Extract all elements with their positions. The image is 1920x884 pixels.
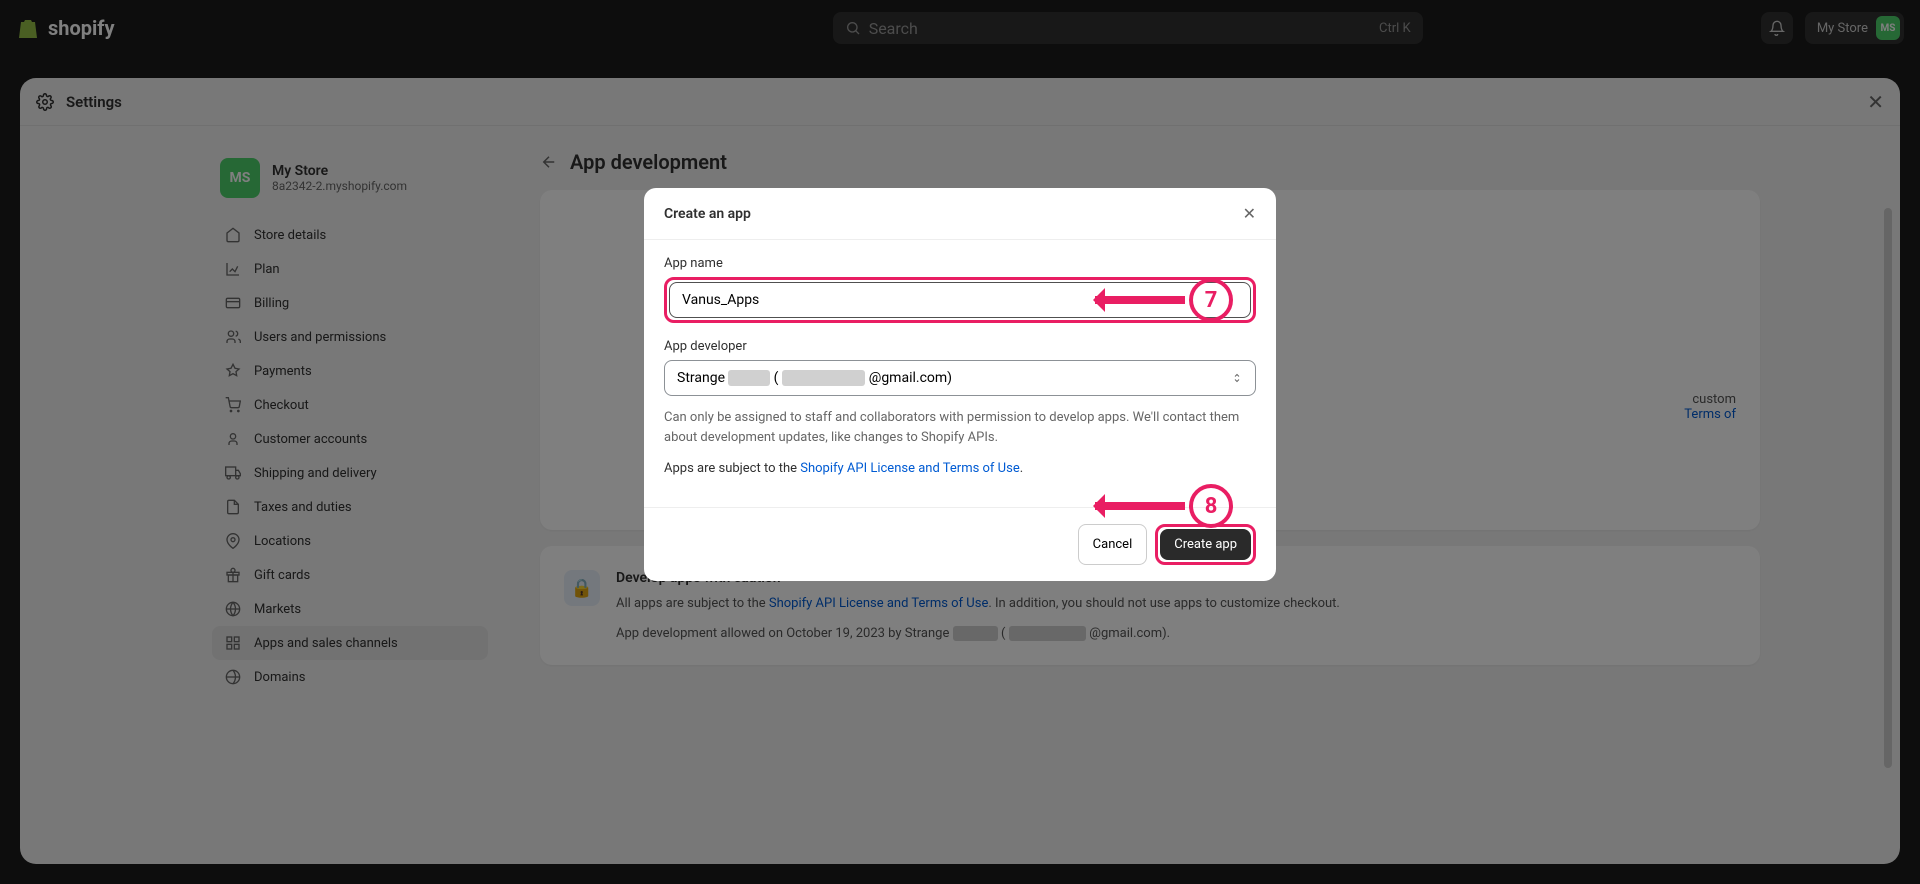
modal-terms-link[interactable]: Shopify API License and Terms of Use bbox=[800, 461, 1019, 476]
app-name-highlight bbox=[664, 277, 1256, 323]
cancel-button[interactable]: Cancel bbox=[1078, 524, 1148, 565]
app-name-label: App name bbox=[664, 256, 1256, 271]
modal-body: App name App developer Strange xxxxxx ( … bbox=[644, 239, 1276, 508]
create-app-modal: Create an app ✕ App name App developer S… bbox=[644, 188, 1276, 581]
modal-title: Create an app bbox=[664, 206, 751, 222]
select-chevron-icon bbox=[1231, 372, 1243, 384]
developer-select[interactable]: Strange xxxxxx ( xxxxxxxxxxxx @gmail.com… bbox=[664, 360, 1256, 396]
developer-label: App developer bbox=[664, 339, 1256, 354]
modal-close-button[interactable]: ✕ bbox=[1243, 204, 1256, 223]
modal-overlay: Create an app ✕ App name App developer S… bbox=[0, 0, 1920, 884]
app-name-input[interactable] bbox=[669, 282, 1251, 318]
redacted-dev-name: xxxxxx bbox=[728, 370, 770, 386]
developer-help-text: Can only be assigned to staff and collab… bbox=[664, 408, 1256, 447]
developer-value: Strange xxxxxx ( xxxxxxxxxxxx @gmail.com… bbox=[677, 370, 952, 386]
create-button-highlight: Create app bbox=[1155, 524, 1256, 565]
modal-header: Create an app ✕ bbox=[644, 188, 1276, 239]
modal-footer: Cancel Create app bbox=[644, 508, 1276, 581]
redacted-dev-email: xxxxxxxxxxxx bbox=[782, 370, 865, 386]
subject-text: Apps are subject to the Shopify API Lice… bbox=[664, 459, 1256, 479]
create-app-button[interactable]: Create app bbox=[1160, 529, 1251, 560]
